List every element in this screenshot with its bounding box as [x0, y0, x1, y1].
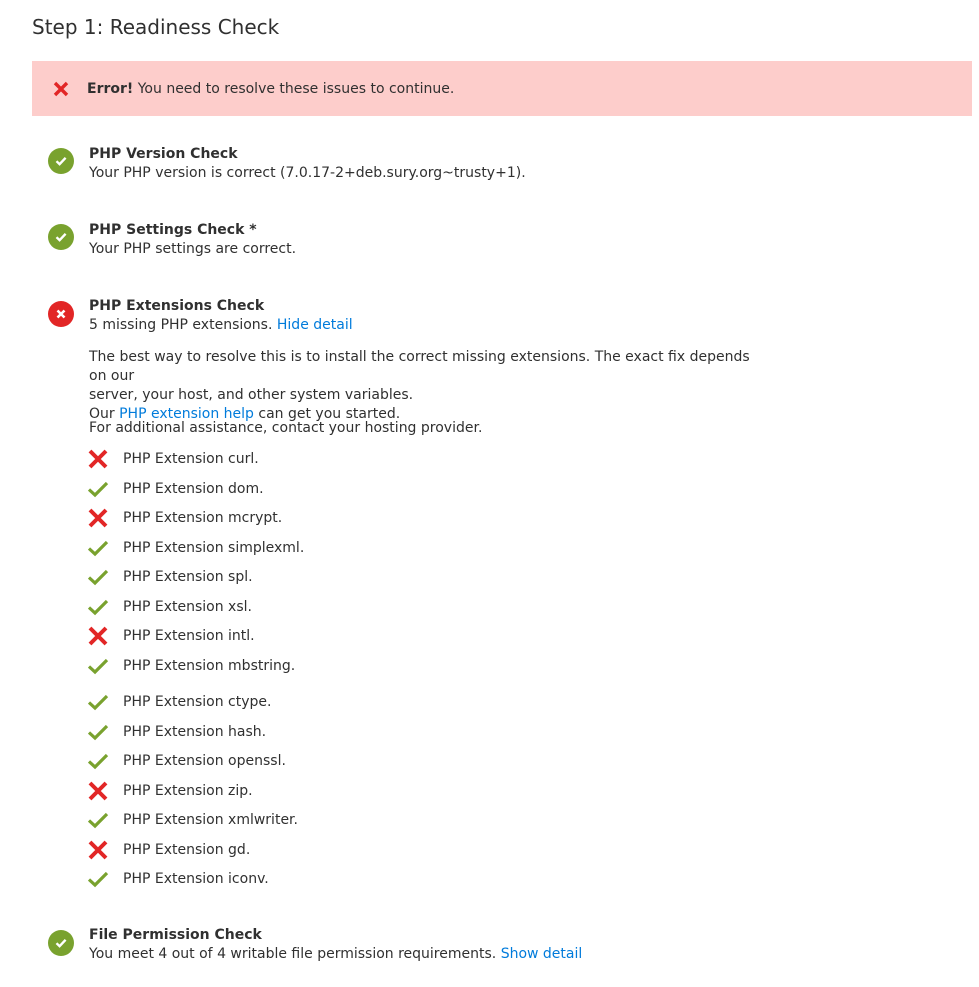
check-icon [86, 808, 110, 832]
cross-icon [86, 838, 110, 862]
file-permission-title: File Permission Check [89, 927, 262, 943]
extension-label: PHP Extension dom. [123, 481, 264, 497]
extension-label: PHP Extension gd. [123, 842, 251, 858]
check-icon [86, 720, 110, 744]
cross-icon [86, 447, 110, 471]
extension-label: PHP Extension mcrypt. [123, 510, 283, 526]
check-icon [86, 654, 110, 678]
php-version-title: PHP Version Check [89, 146, 238, 162]
error-message: Error! You need to resolve these issues … [87, 81, 454, 97]
error-banner: Error! You need to resolve these issues … [32, 61, 972, 116]
extension-item: PHP Extension xmlwriter. [86, 807, 486, 833]
error-x-icon [52, 80, 70, 98]
cross-icon [86, 624, 110, 648]
extension-item: PHP Extension zip. [86, 778, 486, 804]
php-extensions-summary: 5 missing PHP extensions. [89, 317, 273, 333]
extension-item: PHP Extension intl. [86, 623, 486, 649]
check-ok-icon [48, 224, 74, 250]
check-icon [86, 536, 110, 560]
extension-label: PHP Extension xsl. [123, 599, 252, 615]
extension-label: PHP Extension hash. [123, 724, 267, 740]
extension-item: PHP Extension xsl. [86, 594, 486, 620]
extension-item: PHP Extension mcrypt. [86, 505, 486, 531]
cross-icon [86, 779, 110, 803]
check-error-icon [48, 301, 74, 327]
extension-label: PHP Extension openssl. [123, 753, 286, 769]
extension-item: PHP Extension hash. [86, 719, 486, 745]
check-icon [86, 867, 110, 891]
php-version-desc: Your PHP version is correct (7.0.17-2+de… [89, 165, 526, 181]
extension-item: PHP Extension ctype. [86, 689, 486, 715]
file-permission-summary: You meet 4 out of 4 writable file permis… [89, 946, 497, 962]
check-icon [86, 477, 110, 501]
extension-label: PHP Extension xmlwriter. [123, 812, 298, 828]
php-extensions-desc: 5 missing PHP extensions. Hide detail [89, 316, 769, 335]
file-permission-desc: You meet 4 out of 4 writable file permis… [89, 945, 769, 964]
php-settings-desc: Your PHP settings are correct. [89, 241, 297, 257]
extension-item: PHP Extension iconv. [86, 866, 486, 892]
extension-item: PHP Extension simplexml. [86, 535, 486, 561]
error-text: You need to resolve these issues to cont… [137, 80, 455, 97]
help-line-1: The best way to resolve this is to insta… [89, 349, 750, 384]
php-settings-title: PHP Settings Check * [89, 222, 257, 238]
extension-item: PHP Extension spl. [86, 564, 486, 590]
extension-item: PHP Extension mbstring. [86, 653, 486, 679]
extension-label: PHP Extension spl. [123, 569, 253, 585]
extension-label: PHP Extension zip. [123, 783, 253, 799]
extensions-help-text: The best way to resolve this is to insta… [89, 348, 769, 424]
check-icon [86, 690, 110, 714]
check-icon [86, 749, 110, 773]
extension-item: PHP Extension curl. [86, 446, 486, 472]
assistance-text: For additional assistance, contact your … [89, 420, 483, 436]
extension-label: PHP Extension simplexml. [123, 540, 305, 556]
hide-detail-link[interactable]: Hide detail [277, 317, 353, 333]
extension-label: PHP Extension ctype. [123, 694, 272, 710]
extension-label: PHP Extension mbstring. [123, 658, 296, 674]
error-strong: Error! [87, 80, 134, 97]
show-detail-link[interactable]: Show detail [501, 946, 583, 962]
help-line-2: server, your host, and other system vari… [89, 387, 414, 403]
extension-item: PHP Extension openssl. [86, 748, 486, 774]
page-title: Step 1: Readiness Check [32, 15, 280, 39]
check-ok-icon [48, 148, 74, 174]
extension-item: PHP Extension dom. [86, 476, 486, 502]
check-icon [86, 565, 110, 589]
check-ok-icon [48, 930, 74, 956]
check-icon [86, 595, 110, 619]
cross-icon [86, 506, 110, 530]
extension-item: PHP Extension gd. [86, 837, 486, 863]
extension-label: PHP Extension iconv. [123, 871, 269, 887]
extension-label: PHP Extension intl. [123, 628, 255, 644]
extension-label: PHP Extension curl. [123, 451, 259, 467]
php-extensions-title: PHP Extensions Check [89, 298, 265, 314]
